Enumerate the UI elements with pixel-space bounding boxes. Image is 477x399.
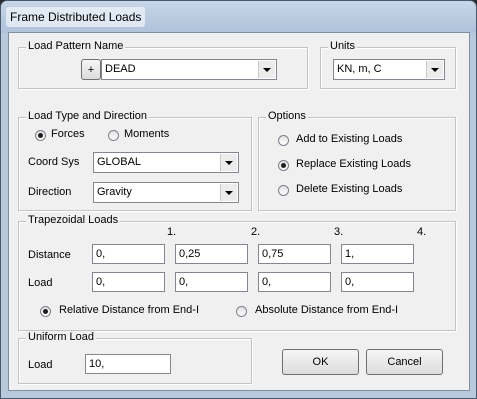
load-input-3[interactable]: 0, [258, 272, 331, 292]
add-to-existing-radio[interactable] [278, 135, 289, 146]
delete-existing-label: Delete Existing Loads [296, 183, 403, 195]
relative-distance-radio[interactable] [40, 306, 51, 317]
column-header: 3. [334, 226, 344, 238]
coord-sys-value: GLOBAL [97, 156, 142, 168]
cancel-button[interactable]: Cancel [366, 349, 443, 375]
dialog-client-area: Load Pattern Name + DEAD Units KN, m, C … [8, 32, 470, 391]
load-pattern-legend: Load Pattern Name [26, 40, 126, 52]
replace-existing-radio[interactable] [278, 160, 289, 171]
forces-label: Forces [51, 128, 85, 140]
forces-radio[interactable] [35, 130, 46, 141]
load-input-2[interactable]: 0, [175, 272, 248, 292]
replace-existing-label: Replace Existing Loads [296, 158, 411, 170]
uniform-load-legend: Uniform Load [26, 331, 97, 343]
trapezoidal-legend: Trapezoidal Loads [26, 214, 121, 226]
load-type-group: Load Type and Direction Forces Moments C… [18, 110, 252, 211]
column-header: 2. [251, 226, 261, 238]
distance-input-4[interactable]: 1, [341, 244, 414, 264]
window-title: Frame Distributed Loads [6, 7, 146, 27]
distance-input-3[interactable]: 0,75 [258, 244, 331, 264]
load-pattern-value: DEAD [105, 63, 136, 75]
column-header: 4. [417, 226, 427, 238]
coord-sys-select[interactable]: GLOBAL [93, 152, 239, 173]
load-pattern-select[interactable]: DEAD [101, 59, 277, 80]
moments-radio[interactable] [108, 130, 119, 141]
dropdown-arrow-icon[interactable] [220, 184, 237, 201]
relative-distance-label: Relative Distance from End-I [59, 304, 199, 316]
column-header: 1. [167, 226, 177, 238]
load-input-1[interactable]: 0, [92, 272, 165, 292]
options-legend: Options [266, 110, 308, 122]
delete-existing-radio[interactable] [278, 185, 289, 196]
absolute-distance-radio[interactable] [236, 306, 247, 317]
trapezoidal-loads-group: Trapezoidal Loads 1. 2. 3. 4. Distance 0… [18, 214, 456, 331]
uniform-load-input[interactable]: 10, [85, 354, 171, 374]
direction-label: Direction [28, 186, 72, 198]
moments-label: Moments [124, 128, 170, 140]
units-value: KN, m, C [337, 63, 382, 75]
direction-select[interactable]: Gravity [93, 182, 239, 203]
units-group: Units KN, m, C [320, 40, 456, 89]
title-bar[interactable]: Frame Distributed Loads [1, 1, 476, 33]
add-to-existing-label: Add to Existing Loads [296, 133, 403, 145]
ok-button[interactable]: OK [282, 349, 359, 375]
options-group: Options Add to Existing Loads Replace Ex… [258, 110, 456, 211]
dialog-window: Frame Distributed Loads Load Pattern Nam… [0, 0, 477, 399]
dropdown-arrow-icon[interactable] [426, 61, 443, 78]
dropdown-arrow-icon[interactable] [258, 61, 275, 78]
units-select[interactable]: KN, m, C [333, 59, 445, 80]
absolute-distance-label: Absolute Distance from End-I [255, 304, 399, 316]
uniform-load-group: Uniform Load Load 10, [18, 331, 252, 384]
add-load-pattern-button[interactable]: + [81, 59, 101, 80]
uniform-load-label: Load [28, 359, 53, 371]
dropdown-arrow-icon[interactable] [220, 154, 237, 171]
distance-input-2[interactable]: 0,25 [175, 244, 248, 264]
coord-sys-label: Coord Sys [28, 156, 80, 168]
load-pattern-group: Load Pattern Name + DEAD [18, 40, 308, 89]
distance-label: Distance [28, 249, 71, 261]
load-type-legend: Load Type and Direction [26, 110, 150, 122]
direction-value: Gravity [97, 186, 132, 198]
load-input-4[interactable]: 0, [341, 272, 414, 292]
trapezoidal-load-label: Load [28, 277, 53, 289]
distance-input-1[interactable]: 0, [92, 244, 165, 264]
units-legend: Units [328, 40, 358, 52]
